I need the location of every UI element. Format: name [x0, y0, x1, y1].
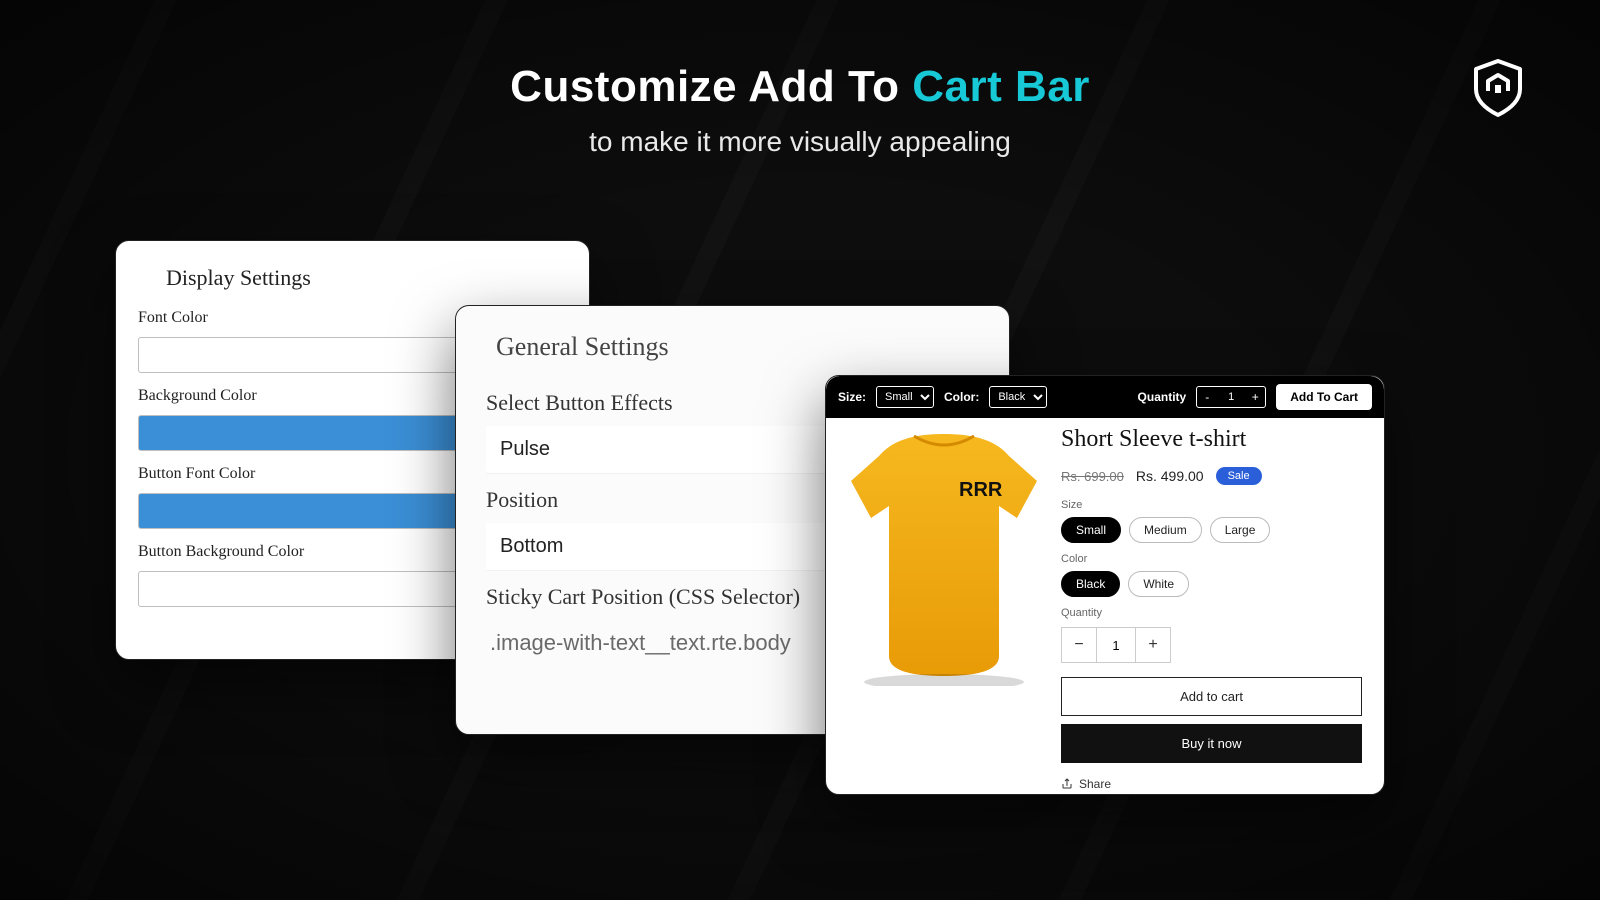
product-info: Short Sleeve t-shirt Rs. 699.00 Rs. 499.…	[1061, 418, 1384, 794]
qty-option-label: Quantity	[1061, 607, 1362, 619]
size-option-small[interactable]: Small	[1061, 517, 1121, 543]
sticky-color-label: Color:	[944, 390, 979, 404]
product-title: Short Sleeve t-shirt	[1061, 426, 1362, 453]
headline-accent: Cart Bar	[912, 62, 1090, 111]
qty-minus-button[interactable]: −	[1062, 628, 1096, 662]
share-label: Share	[1079, 777, 1111, 791]
price-compare: Rs. 699.00	[1061, 469, 1124, 484]
color-option-black[interactable]: Black	[1061, 571, 1120, 597]
sticky-size-select[interactable]: Small	[876, 386, 934, 408]
sticky-qty-stepper[interactable]: - 1 +	[1196, 386, 1266, 408]
add-to-cart-button[interactable]: Add to cart	[1061, 677, 1362, 716]
buy-now-button[interactable]: Buy it now	[1061, 724, 1362, 763]
price-row: Rs. 699.00 Rs. 499.00 Sale	[1061, 467, 1362, 485]
shirt-graphic-text: RRR	[959, 479, 1003, 501]
brand-logo-icon	[1466, 55, 1530, 119]
headline-title: Customize Add To Cart Bar	[0, 62, 1600, 112]
color-option-label: Color	[1061, 553, 1362, 565]
sticky-cart-bar: Size: Small Color: Black Quantity - 1 + …	[826, 376, 1384, 418]
size-option-label: Size	[1061, 499, 1362, 511]
sticky-size-label: Size:	[838, 390, 866, 404]
product-preview-panel: Size: Small Color: Black Quantity - 1 + …	[825, 375, 1385, 795]
sale-badge: Sale	[1216, 467, 1262, 485]
sticky-qty-value: 1	[1217, 391, 1245, 403]
share-icon	[1061, 778, 1073, 790]
tshirt-icon: RRR	[839, 426, 1049, 686]
sticky-qty-plus[interactable]: +	[1245, 387, 1265, 407]
price-current: Rs. 499.00	[1136, 468, 1204, 484]
size-option-row: Small Medium Large	[1061, 517, 1362, 543]
color-option-row: Black White	[1061, 571, 1362, 597]
size-option-medium[interactable]: Medium	[1129, 517, 1202, 543]
headline-prefix: Customize Add To	[510, 62, 912, 111]
headline-sub: to make it more visually appealing	[0, 126, 1600, 158]
qty-input[interactable]	[1096, 628, 1136, 662]
qty-plus-button[interactable]: +	[1136, 628, 1170, 662]
product-image: RRR	[826, 418, 1061, 794]
sticky-qty-minus[interactable]: -	[1197, 387, 1217, 407]
color-option-white[interactable]: White	[1128, 571, 1189, 597]
quantity-stepper[interactable]: − +	[1061, 627, 1171, 663]
share-button[interactable]: Share	[1061, 777, 1362, 791]
size-option-large[interactable]: Large	[1210, 517, 1271, 543]
display-settings-title: Display Settings	[166, 265, 567, 291]
sticky-add-to-cart-button[interactable]: Add To Cart	[1276, 384, 1372, 410]
general-settings-title: General Settings	[496, 332, 979, 362]
sticky-qty-label: Quantity	[1138, 390, 1187, 404]
sticky-color-select[interactable]: Black	[989, 386, 1047, 408]
headline: Customize Add To Cart Bar to make it mor…	[0, 62, 1600, 158]
